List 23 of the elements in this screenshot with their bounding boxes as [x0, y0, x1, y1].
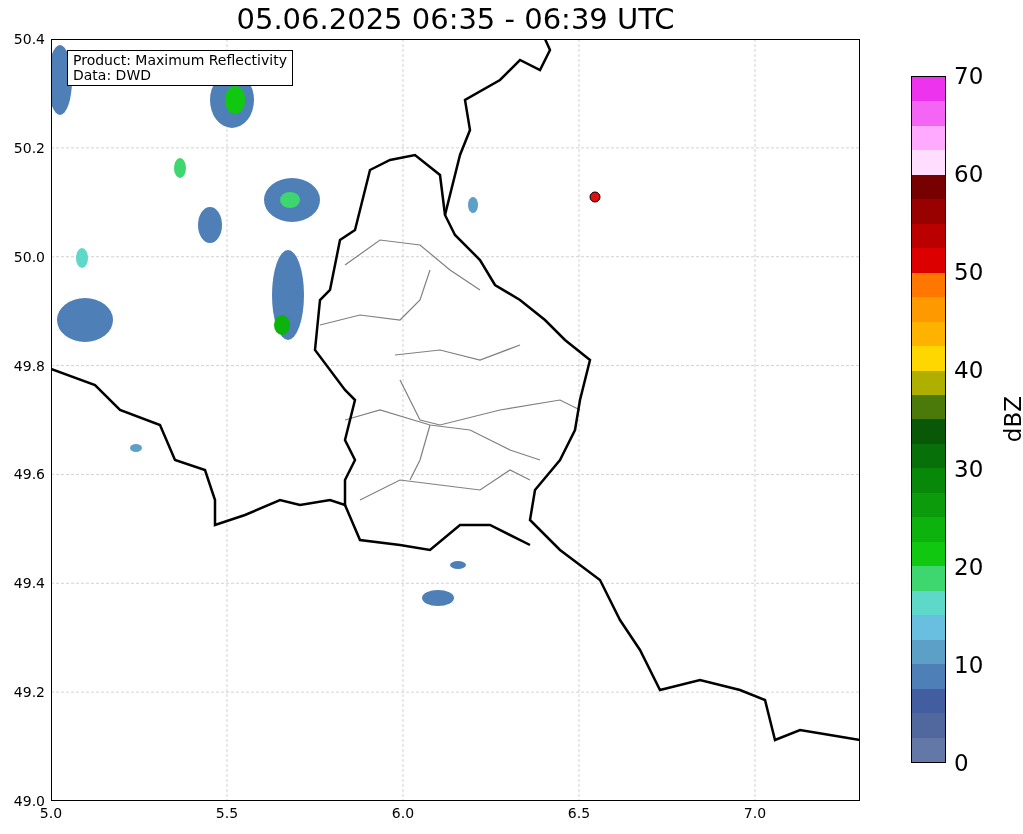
- y-tick-label: 49.8: [13, 357, 45, 374]
- colorbar-tick-label: 20: [954, 553, 984, 580]
- colorbar-tick-label: 50: [954, 259, 984, 286]
- y-tick-label: 50.0: [13, 248, 45, 265]
- chart-title: 05.06.2025 06:35 - 06:39 UTC: [235, 1, 676, 38]
- colorbar-tick-label: 0: [954, 750, 969, 776]
- x-tick-label: 6.5: [567, 805, 591, 821]
- colorbar-tick-label: 70: [954, 63, 984, 89]
- y-tick-label: 49.2: [13, 684, 45, 701]
- colorbar-label: dBZ: [999, 396, 1023, 443]
- colorbar-tick-label: 60: [954, 161, 984, 188]
- y-tick-label: 50.2: [13, 139, 45, 156]
- y-tick-label: 49.4: [13, 575, 45, 592]
- colorbar-tick-label: 10: [954, 651, 984, 678]
- colorbar-tick-label: 40: [954, 357, 984, 384]
- x-tick-label: 6.0: [391, 805, 415, 821]
- x-tick-label: 7.0: [743, 805, 767, 821]
- info-text: Product: Maximum Reflectivity: [73, 53, 287, 68]
- y-tick-label: 50.4: [13, 31, 45, 47]
- y-tick-label: 49.6: [13, 466, 45, 483]
- colorbar-tick-label: 30: [954, 455, 984, 482]
- info-text: Data: DWD: [73, 68, 152, 83]
- x-tick-label: 5.5: [215, 805, 239, 821]
